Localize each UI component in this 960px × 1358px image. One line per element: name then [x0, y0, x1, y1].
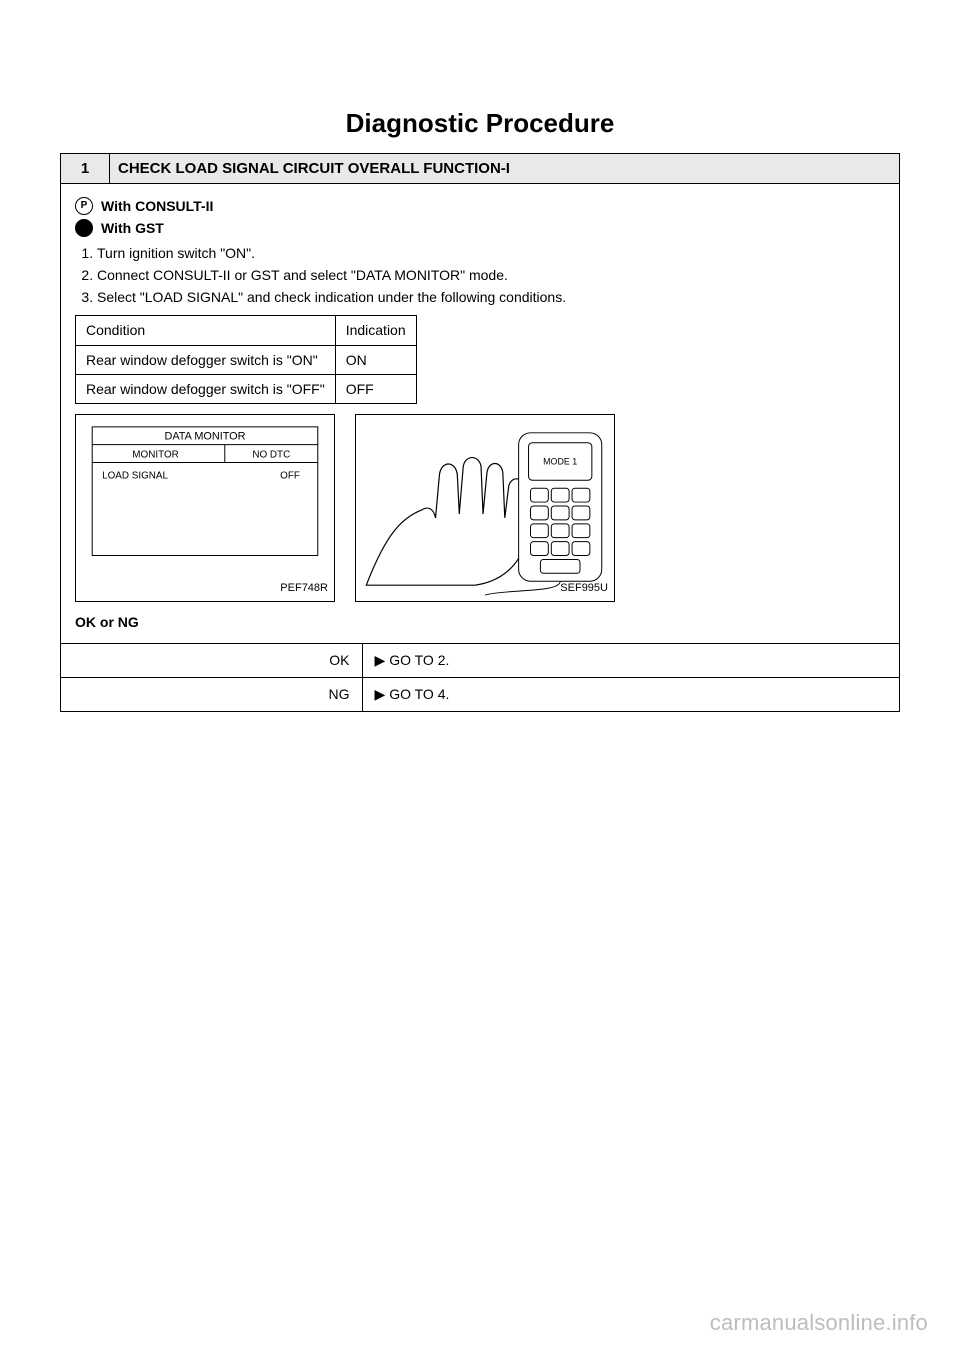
arrow-icon: ▶: [375, 652, 386, 668]
figure-row: DATA MONITOR MONITOR NO DTC LOAD SIGNAL …: [75, 414, 885, 602]
fig1-col2: NO DTC: [252, 450, 290, 461]
indication-cell: OFF: [335, 375, 416, 404]
section-heading: Diagnostic Procedure: [60, 108, 900, 139]
table-row: Rear window defogger switch is "OFF" OFF: [76, 375, 417, 404]
figure-gst-tool: MODE 1: [355, 414, 615, 602]
with-gst-row: With GST: [75, 218, 885, 238]
result-row-ng: NG ▶ GO TO 4.: [61, 677, 900, 711]
step-title-cell: CHECK LOAD SIGNAL CIRCUIT OVERALL FUNCTI…: [110, 154, 900, 184]
ng-goto: GO TO 4.: [389, 686, 449, 702]
condition-header: Condition: [76, 316, 336, 345]
step-instruction-item: Connect CONSULT-II or GST and select "DA…: [97, 265, 885, 285]
step-header-row: 1 CHECK LOAD SIGNAL CIRCUIT OVERALL FUNC…: [61, 154, 900, 184]
figure-label: PEF748R: [280, 581, 328, 597]
table-row: Rear window defogger switch is "ON" ON: [76, 345, 417, 374]
result-row-ok: OK ▶ GO TO 2.: [61, 643, 900, 677]
indication-cell: ON: [335, 345, 416, 374]
ok-label: OK: [329, 652, 349, 668]
figure-label: SEF995U: [560, 581, 608, 597]
ok-or-ng-label: OK or NG: [75, 612, 885, 632]
watermark: carmanualsonline.info: [710, 1310, 928, 1336]
ok-goto: GO TO 2.: [389, 652, 449, 668]
arrow-icon: ▶: [375, 686, 386, 702]
condition-cell: Rear window defogger switch is "OFF": [76, 375, 336, 404]
condition-table: Condition Indication Rear window defogge…: [75, 315, 417, 404]
indication-header: Indication: [335, 316, 416, 345]
with-gst-label: With GST: [101, 218, 164, 238]
consult-icon: P: [75, 197, 93, 215]
figure-consult-screen: DATA MONITOR MONITOR NO DTC LOAD SIGNAL …: [75, 414, 335, 602]
gst-icon: [75, 219, 93, 237]
with-consult-label: With CONSULT-II: [101, 196, 213, 216]
step-instruction-list: Turn ignition switch "ON". Connect CONSU…: [75, 243, 885, 308]
fig1-sub: MONITOR: [132, 450, 178, 461]
step-instruction-item: Select "LOAD SIGNAL" and check indicatio…: [97, 287, 885, 307]
fig1-title: DATA MONITOR: [165, 431, 246, 443]
step-instruction-item: Turn ignition switch "ON".: [97, 243, 885, 263]
ng-label: NG: [329, 686, 350, 702]
step-number-cell: 1: [61, 154, 110, 184]
diagnostic-step-table: 1 CHECK LOAD SIGNAL CIRCUIT OVERALL FUNC…: [60, 153, 900, 712]
fig1-val: OFF: [280, 471, 300, 482]
with-consult-row: P With CONSULT-II: [75, 196, 885, 216]
fig1-item: LOAD SIGNAL: [102, 471, 168, 482]
step-body-cell: P With CONSULT-II With GST Turn ignition…: [61, 184, 900, 644]
condition-cell: Rear window defogger switch is "ON": [76, 345, 336, 374]
fig2-mode: MODE 1: [543, 457, 577, 467]
